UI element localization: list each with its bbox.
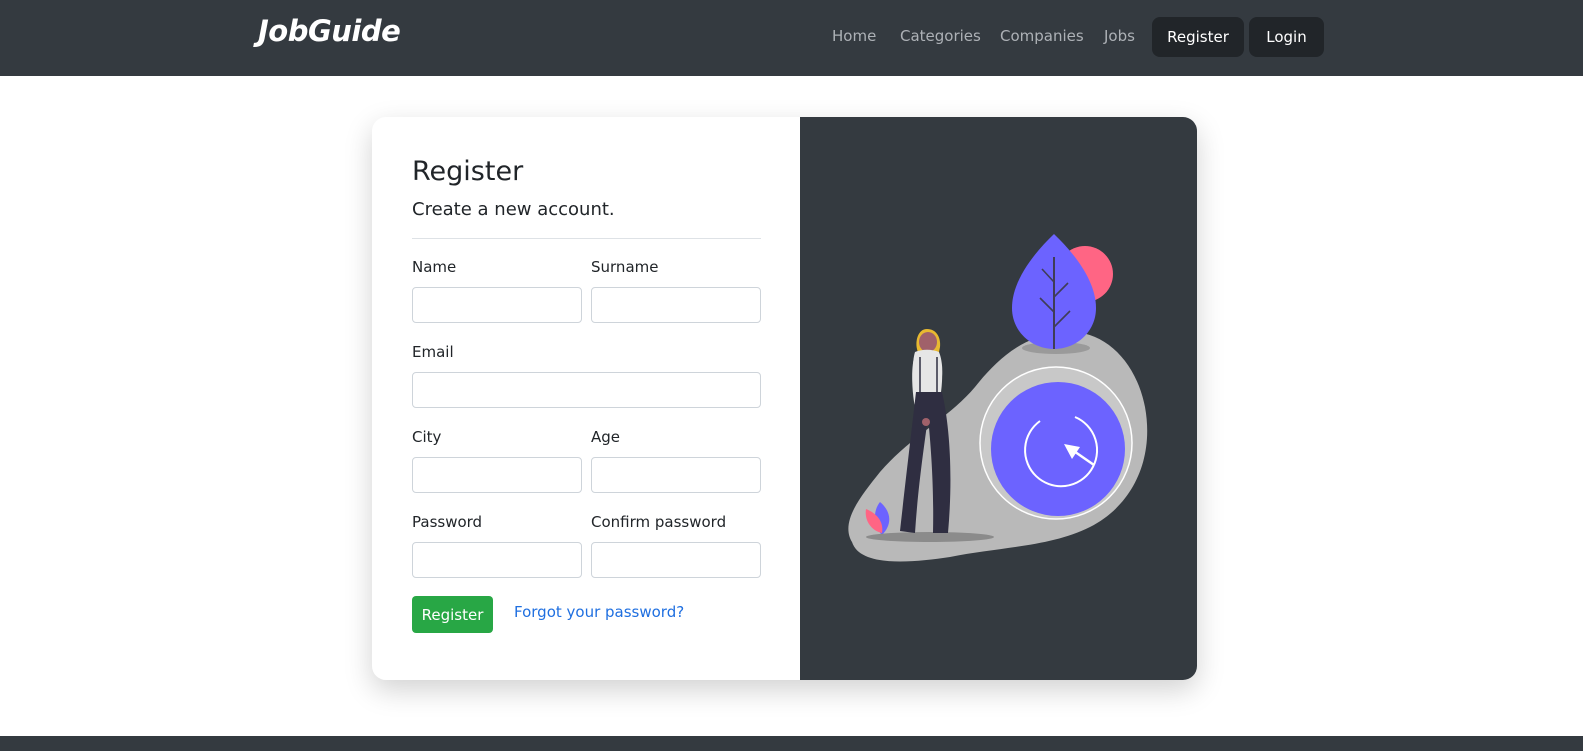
- name-input[interactable]: [412, 287, 582, 323]
- register-submit-button[interactable]: Register: [412, 596, 493, 633]
- nav-register-button[interactable]: Register: [1152, 17, 1244, 57]
- name-label: Name: [412, 258, 457, 276]
- nav-login-button[interactable]: Login: [1249, 17, 1324, 57]
- surname-label: Surname: [591, 258, 659, 276]
- surname-input[interactable]: [591, 287, 761, 323]
- confirm-password-label: Confirm password: [591, 513, 727, 531]
- form-divider: [412, 238, 761, 239]
- age-input[interactable]: [591, 457, 761, 493]
- nav-link-categories[interactable]: Categories: [900, 27, 981, 45]
- page-footer: [0, 736, 1583, 751]
- form-title: Register: [412, 156, 524, 187]
- nav-link-jobs[interactable]: Jobs: [1104, 27, 1135, 45]
- nav-link-home[interactable]: Home: [832, 27, 876, 45]
- confirm-password-input[interactable]: [591, 542, 761, 578]
- top-navbar: JobGuide Home Categories Companies Jobs …: [0, 0, 1583, 76]
- nav-link-companies[interactable]: Companies: [1000, 27, 1084, 45]
- email-input[interactable]: [412, 372, 761, 408]
- age-label: Age: [591, 428, 621, 446]
- password-input[interactable]: [412, 542, 582, 578]
- forgot-password-link[interactable]: Forgot your password?: [514, 603, 684, 621]
- register-card: Register Create a new account. Name Surn…: [372, 117, 1197, 680]
- email-label: Email: [412, 343, 454, 361]
- onboarding-illustration: [848, 234, 1148, 562]
- illustration-panel: [800, 117, 1197, 680]
- city-label: City: [412, 428, 442, 446]
- brand-logo[interactable]: JobGuide: [258, 14, 401, 48]
- city-input[interactable]: [412, 457, 582, 493]
- form-subtitle: Create a new account.: [412, 199, 615, 220]
- password-label: Password: [412, 513, 483, 531]
